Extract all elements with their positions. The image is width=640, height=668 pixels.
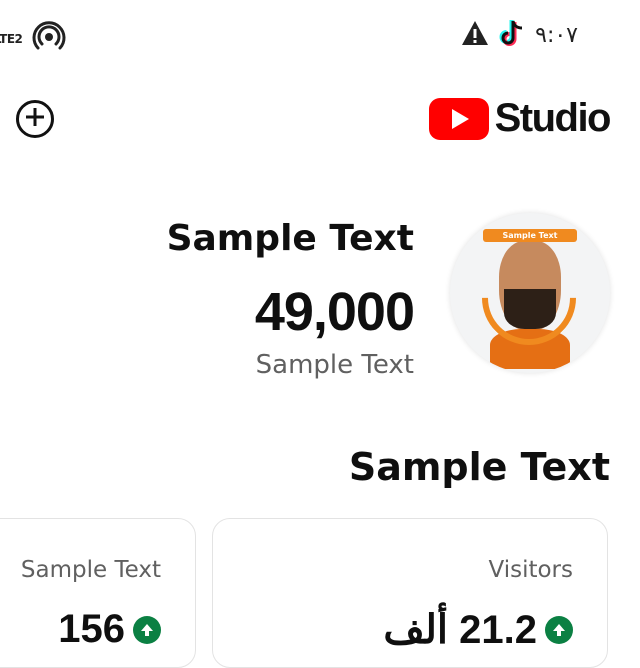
network-label: LTE2 xyxy=(0,32,23,46)
status-bar-right: ٩:٠٧ xyxy=(461,18,578,52)
avatar-ring xyxy=(462,231,596,365)
channel-avatar[interactable]: Sample Text xyxy=(450,213,610,373)
tiktok-icon xyxy=(499,18,525,52)
views-card[interactable]: Visitors 21.2 ألف xyxy=(212,518,608,668)
create-button[interactable] xyxy=(16,100,54,138)
channel-name: Sample Text xyxy=(166,218,414,259)
status-bar-left: LTE2 xyxy=(0,20,66,58)
card-value: 156 xyxy=(58,607,125,651)
card-value: 21.2 ألف xyxy=(383,608,537,652)
avatar-banner: Sample Text xyxy=(483,229,577,242)
plus-icon xyxy=(25,107,45,131)
card-value-row: 21.2 ألف xyxy=(383,607,573,653)
youtube-play-icon xyxy=(428,97,489,140)
subscriber-label: Sample Text xyxy=(255,350,414,380)
card-label: Visitors xyxy=(488,557,573,583)
subscriber-count: 49,000 xyxy=(254,282,415,342)
card-value-row: 156 xyxy=(58,607,161,652)
hotspot-icon xyxy=(32,20,66,58)
youtube-studio-logo[interactable]: Studio xyxy=(428,96,612,141)
section-title: Sample Text xyxy=(348,445,610,489)
watch-time-card[interactable]: Sample Text 156 xyxy=(0,518,196,668)
status-clock: ٩:٠٧ xyxy=(535,22,578,48)
trend-up-icon xyxy=(133,615,161,644)
logo-text: Studio xyxy=(494,96,612,140)
alert-icon xyxy=(461,20,489,50)
card-label: Sample Text xyxy=(20,557,161,583)
